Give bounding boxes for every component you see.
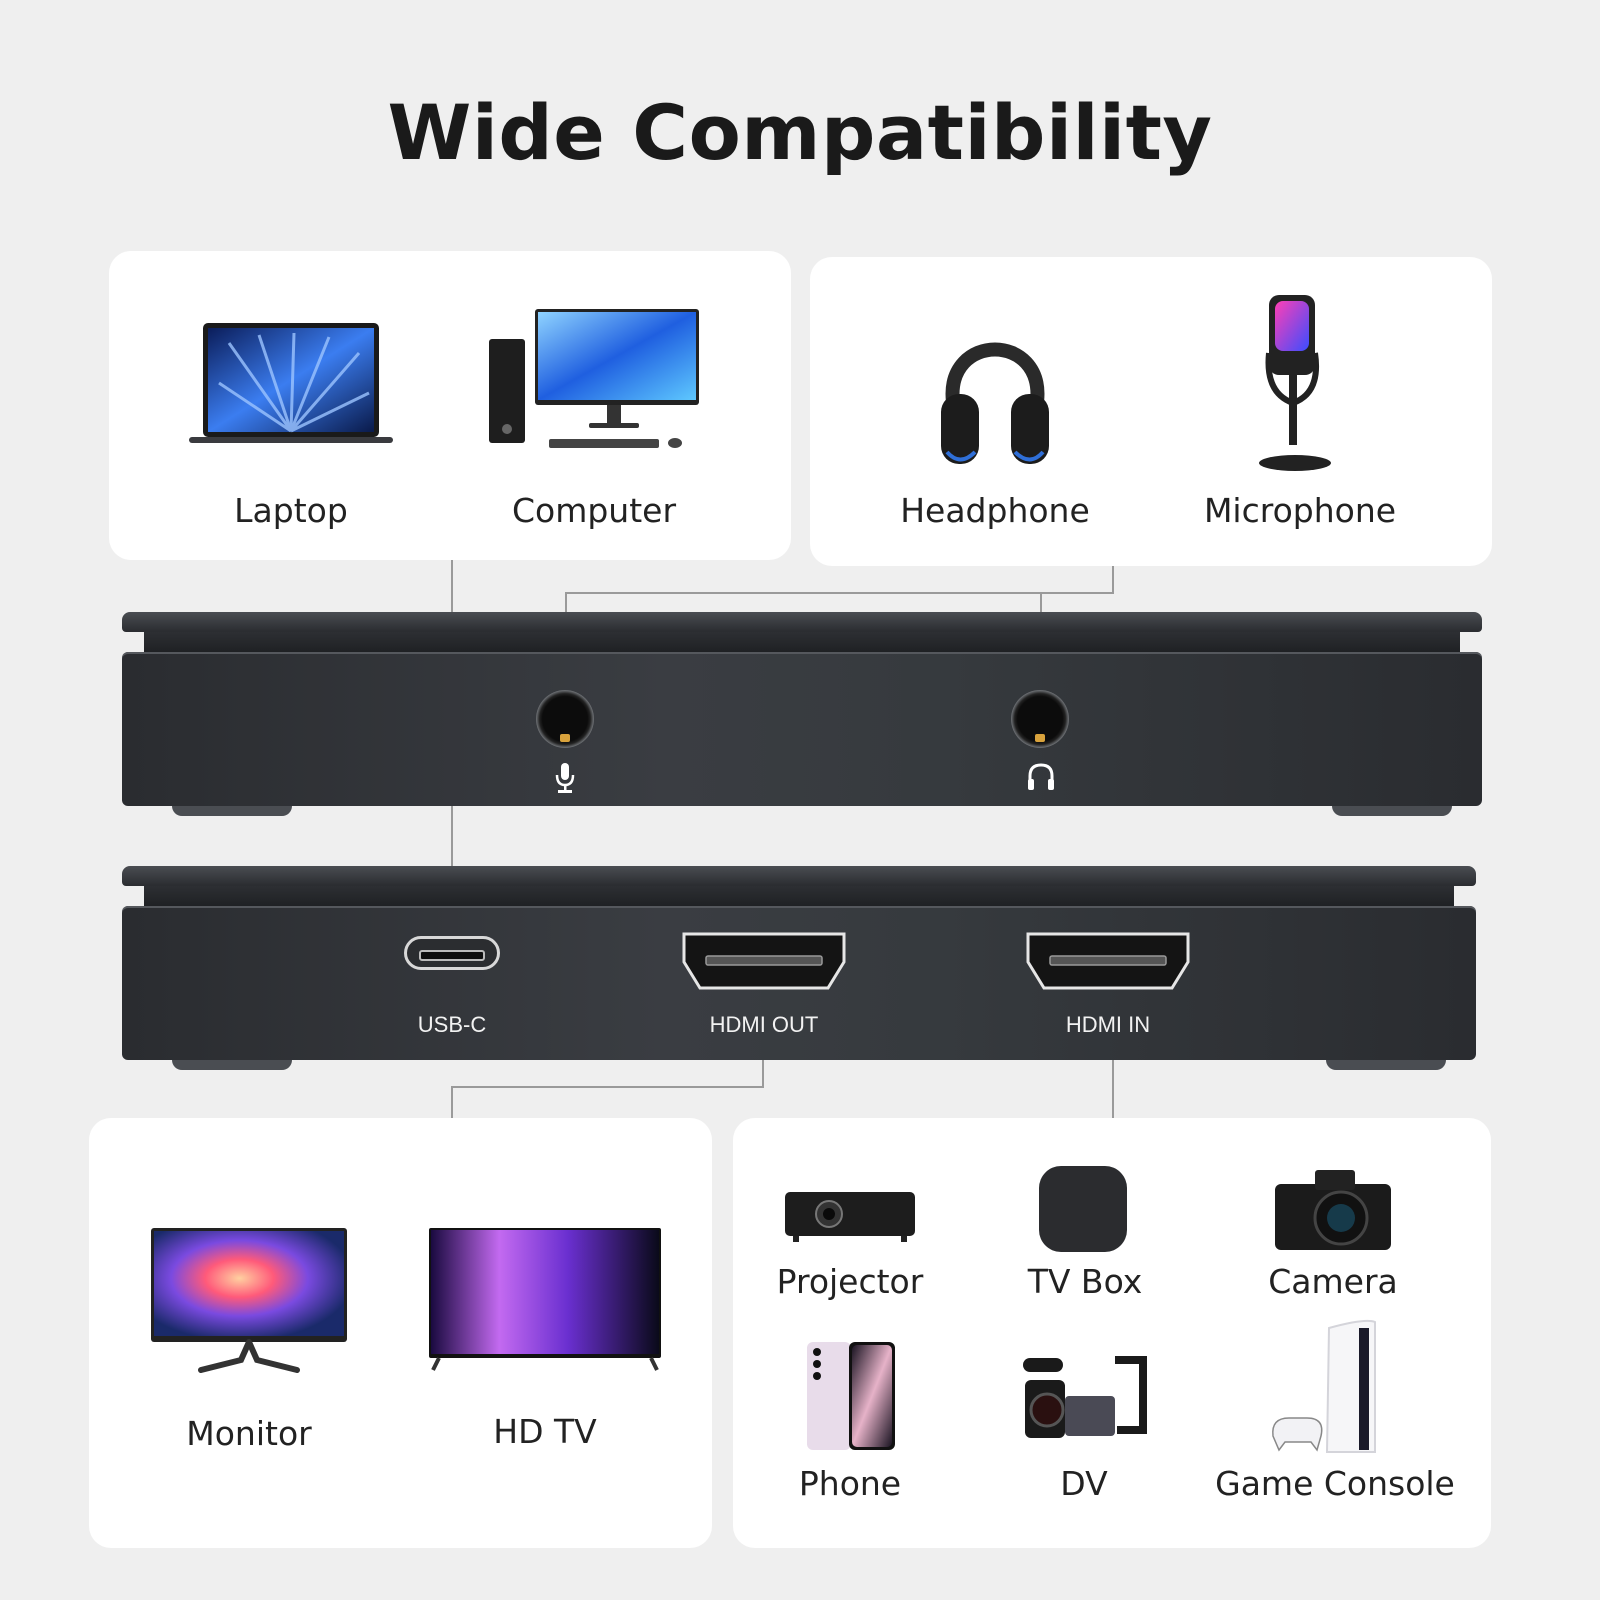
hdmi-out-label: HDMI OUT <box>709 1012 819 1037</box>
headphone-icon <box>1028 763 1054 790</box>
sources-card: Projector TV Box Camera Phone DV Game Co… <box>733 1118 1491 1548</box>
device-computer: Computer <box>489 491 699 530</box>
monitor-icon <box>151 1228 347 1373</box>
device-dv: DV <box>984 1464 1184 1503</box>
tv-box-icon <box>1039 1166 1127 1252</box>
hdmi-in-port[interactable] <box>1026 932 1190 992</box>
device-tv-box: TV Box <box>985 1262 1185 1301</box>
hdmi-out-port[interactable] <box>682 932 846 992</box>
projector-icon <box>785 1192 915 1242</box>
connector-line <box>1112 566 1114 594</box>
device-headphone: Headphone <box>895 491 1095 530</box>
connector-line <box>451 1086 453 1118</box>
game-console-icon <box>1272 1319 1376 1453</box>
device-label: Game Console <box>1215 1464 1455 1503</box>
device-label: Headphone <box>900 491 1090 530</box>
camera-icon <box>1275 1170 1391 1250</box>
phone-icon <box>807 1342 895 1450</box>
device-game-console: Game Console <box>1195 1464 1475 1503</box>
camcorder-icon <box>1023 1356 1147 1438</box>
device-projector: Projector <box>750 1262 950 1301</box>
device-label: Projector <box>776 1262 924 1301</box>
device-label: Monitor <box>186 1414 312 1453</box>
laptop-icon <box>189 323 393 443</box>
headphone-icon <box>941 342 1049 464</box>
audio-devices-card: Headphone Microphone <box>810 257 1492 566</box>
device-label: Computer <box>511 491 677 530</box>
device-laptop: Laptop <box>189 491 393 530</box>
connector-line <box>451 1086 764 1088</box>
headphone-jack[interactable] <box>1011 690 1069 748</box>
device-monitor: Monitor <box>149 1414 349 1453</box>
device-label: Laptop <box>234 491 348 530</box>
page-title: Wide Compatibility <box>387 88 1213 177</box>
usb-c-port[interactable] <box>404 936 500 970</box>
device-label: DV <box>1060 1464 1108 1503</box>
usb-c-label: USB-C <box>417 1012 487 1037</box>
device-label: Camera <box>1268 1262 1398 1301</box>
video-side-panel: USB-C HDMI OUT HDMI IN <box>122 866 1476 1072</box>
displays-card: Monitor HD TV <box>89 1118 712 1548</box>
device-label: Microphone <box>1203 491 1397 530</box>
microphone-icon <box>1259 295 1331 471</box>
connector-line <box>565 592 1114 594</box>
device-phone: Phone <box>750 1464 950 1503</box>
hdmi-in-label: HDMI IN <box>1065 1012 1151 1037</box>
device-label: Phone <box>798 1464 902 1503</box>
device-hd-tv: HD TV <box>445 1412 645 1451</box>
desktop-computer-icon <box>489 309 699 448</box>
tv-icon <box>429 1228 661 1371</box>
mic-jack[interactable] <box>536 690 594 748</box>
device-microphone: Microphone <box>1200 491 1400 530</box>
device-label: HD TV <box>493 1412 597 1451</box>
device-label: TV Box <box>1027 1262 1143 1301</box>
computers-card: Laptop Computer <box>109 251 791 560</box>
audio-side-panel <box>122 612 1482 818</box>
microphone-icon <box>555 763 575 793</box>
device-camera: Camera <box>1233 1262 1433 1301</box>
